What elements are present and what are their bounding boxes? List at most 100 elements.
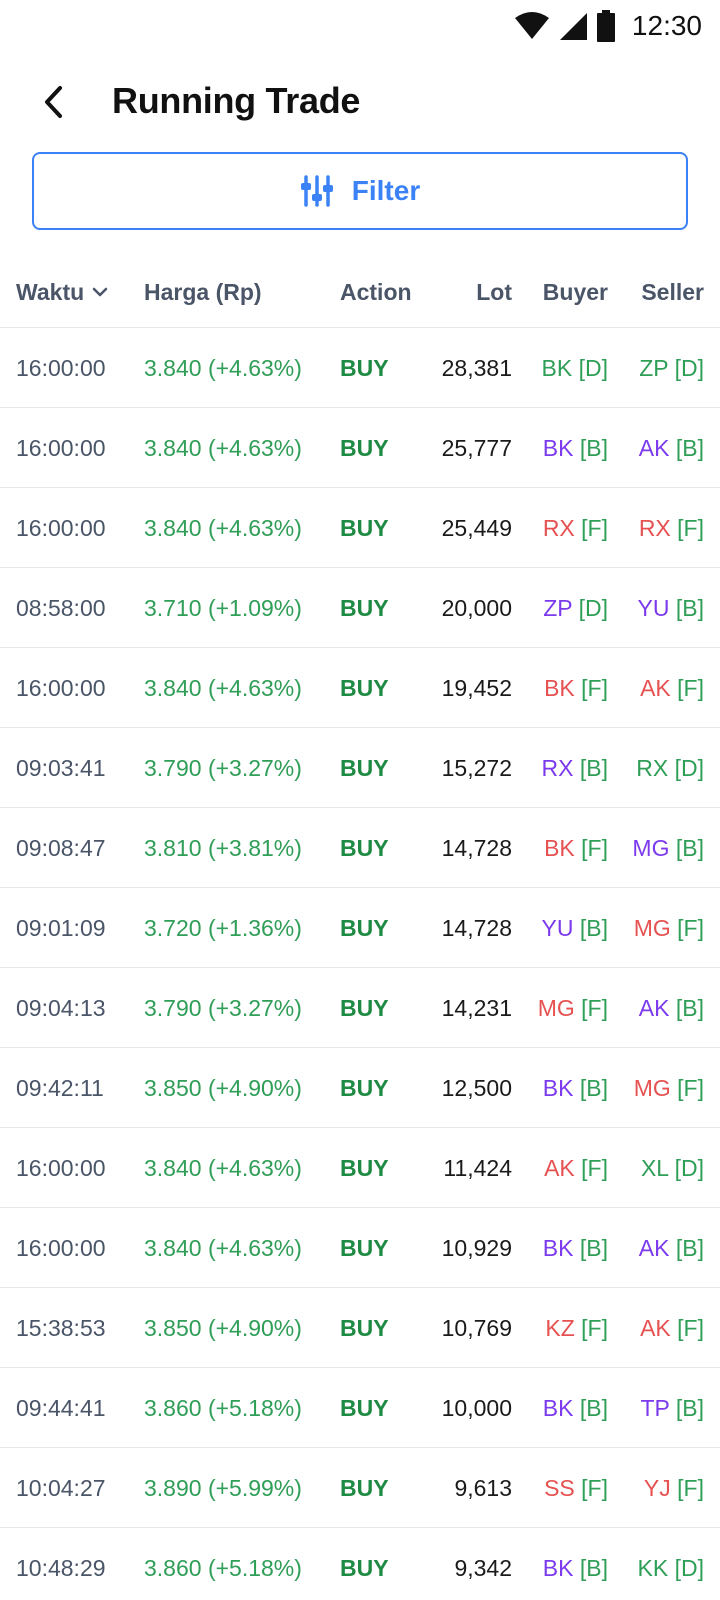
trade-action: BUY: [340, 755, 389, 781]
seller-broker: AK [B]: [639, 1208, 704, 1288]
table-row[interactable]: 15:38:53 3.850 (+4.90%) BUY 10,769 KZ [F] AK …: [0, 1288, 720, 1368]
buyer-tag: [B]: [579, 755, 608, 781]
trade-lot: 12,500: [441, 1075, 512, 1101]
trade-action: BUY: [340, 835, 389, 861]
trade-action: BUY: [340, 675, 389, 701]
trade-time: 09:01:09: [16, 915, 106, 941]
buyer-broker: BK [D]: [542, 328, 608, 408]
table-row[interactable]: 16:00:00 3.840 (+4.63%) BUY 11,424 AK [F] XL …: [0, 1128, 720, 1208]
table-row[interactable]: 09:08:47 3.810 (+3.81%) BUY 14,728 BK [F] MG …: [0, 808, 720, 888]
trade-price: 3.840 (+4.63%): [144, 1155, 302, 1181]
trade-action: BUY: [340, 515, 389, 541]
seller-tag: [F]: [677, 1075, 704, 1101]
seller-code: AK: [638, 1235, 670, 1261]
table-row[interactable]: 09:04:13 3.790 (+3.27%) BUY 14,231 MG [F] AK …: [0, 968, 720, 1048]
table-row[interactable]: 09:01:09 3.720 (+1.36%) BUY 14,728 YU [B] MG …: [0, 888, 720, 968]
back-button[interactable]: [30, 78, 78, 126]
trade-time: 16:00:00: [16, 1155, 106, 1181]
trade-time: 09:44:41: [16, 1395, 106, 1421]
table-row[interactable]: 16:00:00 3.840 (+4.63%) BUY 25,777 BK [B] AK …: [0, 408, 720, 488]
trade-lot: 10,769: [441, 1315, 512, 1341]
seller-tag: [F]: [677, 915, 704, 941]
trade-time: 09:08:47: [16, 835, 106, 861]
table-row[interactable]: 10:04:27 3.890 (+5.99%) BUY 9,613 SS [F] YJ […: [0, 1448, 720, 1528]
table-row[interactable]: 16:00:00 3.840 (+4.63%) BUY 19,452 BK [F] AK …: [0, 648, 720, 728]
table-row[interactable]: 09:03:41 3.790 (+3.27%) BUY 15,272 RX [B] RX …: [0, 728, 720, 808]
trade-action: BUY: [340, 1155, 389, 1181]
seller-broker: KK [D]: [638, 1528, 704, 1600]
trade-time: 16:00:00: [16, 1235, 106, 1261]
buyer-code: MG: [537, 995, 575, 1021]
filter-button[interactable]: Filter: [32, 152, 688, 230]
seller-tag: [F]: [677, 1475, 704, 1501]
table-row[interactable]: 16:00:00 3.840 (+4.63%) BUY 28,381 BK [D] ZP …: [0, 328, 720, 408]
buyer-code: RX: [542, 515, 575, 541]
column-header-waktu[interactable]: Waktu: [16, 256, 108, 328]
trade-time: 10:48:29: [16, 1555, 106, 1581]
seller-tag: [B]: [675, 595, 704, 621]
buyer-broker: BK [B]: [543, 1208, 608, 1288]
trade-action: BUY: [340, 1475, 389, 1501]
buyer-broker: YU [B]: [542, 888, 608, 968]
trade-time: 16:00:00: [16, 515, 106, 541]
trade-time: 09:04:13: [16, 995, 106, 1021]
seller-tag: [B]: [675, 995, 704, 1021]
seller-tag: [B]: [675, 1235, 704, 1261]
table-row[interactable]: 16:00:00 3.840 (+4.63%) BUY 10,929 BK [B] AK …: [0, 1208, 720, 1288]
trade-action: BUY: [340, 1315, 389, 1341]
seller-tag: [B]: [675, 435, 704, 461]
buyer-tag: [F]: [581, 675, 608, 701]
seller-code: MG: [633, 1075, 671, 1101]
table-row[interactable]: 09:44:41 3.860 (+5.18%) BUY 10,000 BK [B] TP …: [0, 1368, 720, 1448]
buyer-tag: [F]: [581, 1475, 608, 1501]
table-row[interactable]: 10:48:29 3.860 (+5.18%) BUY 9,342 BK [B] KK […: [0, 1528, 720, 1600]
trade-time: 16:00:00: [16, 355, 106, 381]
status-time: 12:30: [631, 10, 702, 41]
seller-broker: YU [B]: [638, 568, 704, 648]
buyer-code: YU: [541, 915, 574, 941]
trade-lot: 25,777: [441, 435, 512, 461]
buyer-broker: AK [F]: [544, 1128, 608, 1208]
table-header: Waktu Harga (Rp) Action Lot Buyer Seller: [0, 256, 720, 328]
seller-broker: YJ [F]: [644, 1448, 704, 1528]
trade-time: 08:58:00: [16, 595, 106, 621]
app-header: Running Trade: [0, 62, 720, 142]
seller-broker: ZP [D]: [639, 328, 704, 408]
column-header-waktu-label: Waktu: [16, 279, 85, 305]
seller-broker: AK [B]: [639, 968, 704, 1048]
table-body: 16:00:00 3.840 (+4.63%) BUY 28,381 BK [D] ZP …: [0, 328, 720, 1600]
table-row[interactable]: 08:58:00 3.710 (+1.09%) BUY 20,000 ZP [D] YU …: [0, 568, 720, 648]
trade-time: 09:03:41: [16, 755, 106, 781]
table-row[interactable]: 09:42:11 3.850 (+4.90%) BUY 12,500 BK [B] MG …: [0, 1048, 720, 1128]
seller-broker: XL [D]: [641, 1128, 704, 1208]
trade-price: 3.840 (+4.63%): [144, 515, 302, 541]
status-icons: 12:30: [514, 8, 702, 44]
seller-tag: [D]: [674, 1555, 704, 1581]
table-row[interactable]: 16:00:00 3.840 (+4.63%) BUY 25,449 RX [F] RX …: [0, 488, 720, 568]
seller-broker: RX [F]: [639, 488, 704, 568]
trade-price: 3.720 (+1.36%): [144, 915, 302, 941]
column-header-action: Action: [340, 279, 412, 305]
buyer-tag: [F]: [581, 1315, 608, 1341]
seller-code: TP: [640, 1395, 670, 1421]
seller-broker: RX [D]: [636, 728, 704, 808]
buyer-code: ZP: [543, 595, 573, 621]
buyer-broker: BK [B]: [543, 1048, 608, 1128]
seller-code: MG: [633, 915, 671, 941]
trade-lot: 9,613: [454, 1475, 512, 1501]
chevron-down-icon: [92, 287, 108, 297]
trade-action: BUY: [340, 595, 389, 621]
trade-action: BUY: [340, 995, 389, 1021]
buyer-broker: ZP [D]: [543, 568, 608, 648]
trade-price: 3.790 (+3.27%): [144, 755, 302, 781]
trade-price: 3.840 (+4.63%): [144, 355, 302, 381]
trade-price: 3.840 (+4.63%): [144, 675, 302, 701]
signal-icon: [559, 13, 587, 40]
trade-price: 3.710 (+1.09%): [144, 595, 302, 621]
buyer-code: BK: [541, 355, 573, 381]
trade-action: BUY: [340, 435, 389, 461]
buyer-broker: BK [B]: [543, 1528, 608, 1600]
trade-price: 3.790 (+3.27%): [144, 995, 302, 1021]
trade-lot: 10,000: [441, 1395, 512, 1421]
seller-broker: AK [F]: [640, 1288, 704, 1368]
